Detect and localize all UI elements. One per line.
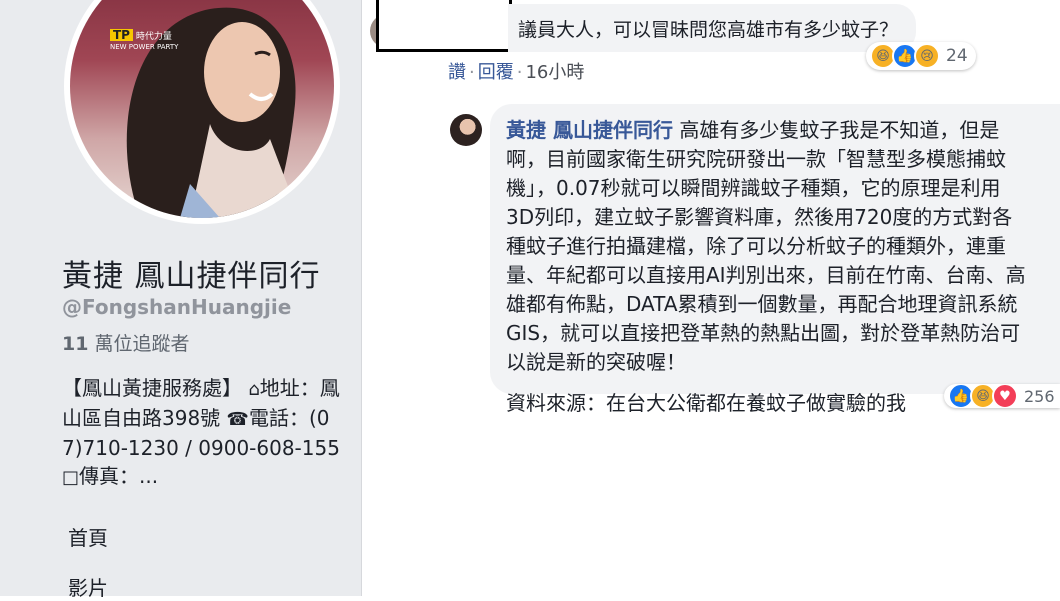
about-office: 【鳳山黃捷服務處】: [62, 376, 242, 400]
love-reaction-icon: ♥: [992, 384, 1018, 408]
about-fax: 傳真：...: [79, 464, 159, 488]
page-title[interactable]: 黃捷 鳳山捷伴同行: [62, 251, 321, 295]
reply-content: 黃捷 鳳山捷伴同行 高雄有多少隻蚊子我是不知道，但是啊，目前國家衛生研究院研發出…: [506, 116, 1026, 377]
follower-count: 11 萬位追蹤者: [62, 329, 190, 356]
like-link[interactable]: 讚: [448, 62, 466, 83]
reply-text: 高雄有多少隻蚊子我是不知道，但是啊，目前國家衛生研究院研發出一款「智慧型多模態捕…: [506, 118, 1026, 374]
separator: ·: [469, 62, 475, 83]
party-logo-subtext: NEW POWER PARTY: [110, 43, 179, 51]
profile-avatar[interactable]: TP 時代力量 NEW POWER PARTY: [70, 0, 334, 218]
follower-label: 萬位追蹤者: [94, 333, 190, 355]
reply-author-avatar[interactable]: [450, 114, 482, 146]
profile-avatar-ring: TP 時代力量 NEW POWER PARTY: [64, 0, 340, 224]
comment-text: 議員大人，可以冒昧問您高雄市有多少蚊子？: [518, 18, 899, 41]
comments-section: 議員大人，可以冒昧問您高雄市有多少蚊子？ 😆 👍 😢 24 讚 · 回覆 · 16小時 …: [362, 0, 1060, 596]
reply-author-name[interactable]: 黃捷 鳳山捷伴同行: [506, 118, 673, 142]
comment-bubble: 議員大人，可以冒昧問您高雄市有多少蚊子？: [508, 4, 917, 52]
reply-reactions[interactable]: 👍 😆 ♥ 256: [944, 384, 1060, 408]
redacted-commenter-name: [376, 0, 512, 52]
comment-timestamp[interactable]: 16小時: [525, 62, 584, 83]
sidebar-item-home[interactable]: 首頁: [68, 522, 108, 551]
fax-icon: □: [62, 467, 80, 488]
phone-icon: ☎: [226, 409, 249, 430]
reply-bubble: 黃捷 鳳山捷伴同行 高雄有多少隻蚊子我是不知道，但是啊，目前國家衛生研究院研發出…: [490, 104, 1060, 415]
follower-number: 11: [62, 333, 89, 355]
party-logo: TP 時代力量 NEW POWER PARTY: [110, 28, 179, 51]
comment-actions: 讚 · 回覆 · 16小時: [448, 58, 584, 84]
separator: ·: [516, 62, 523, 83]
party-logo-text: 時代力量: [135, 32, 172, 42]
reply-link[interactable]: 回覆: [478, 62, 514, 83]
page-handle[interactable]: @FongshanHuangjie: [62, 295, 291, 319]
reaction-count: 24: [946, 46, 968, 66]
reaction-count: 256: [1024, 386, 1055, 406]
profile-sidebar: TP 時代力量 NEW POWER PARTY 黃捷 鳳山捷伴同行 @Fongs…: [0, 0, 362, 600]
sad-reaction-icon: 😢: [914, 43, 940, 69]
about-text: 【鳳山黃捷服務處】 ⌂地址：鳳山區自由路398號 ☎電話：(07)710-123…: [62, 374, 344, 492]
comment-reactions[interactable]: 😆 👍 😢 24: [866, 42, 976, 70]
home-icon: ⌂: [248, 379, 260, 400]
sidebar-item-videos[interactable]: 影片: [68, 572, 108, 601]
